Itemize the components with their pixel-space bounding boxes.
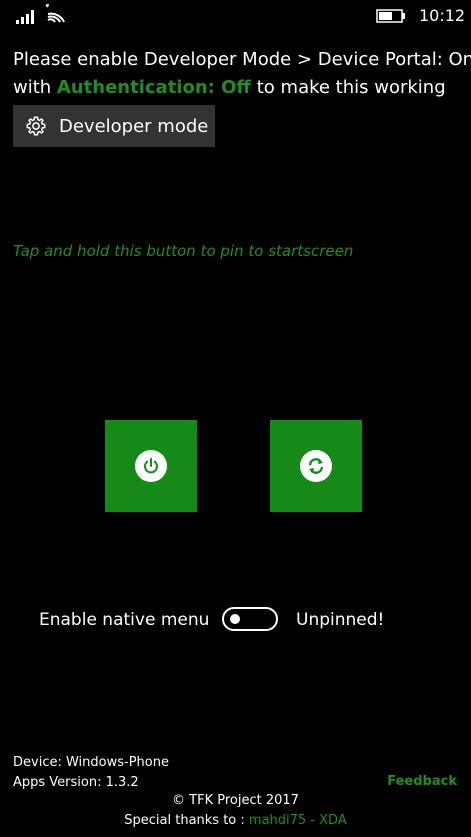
refresh-icon bbox=[308, 458, 324, 474]
instructions-suffix: to make this working bbox=[251, 77, 446, 98]
power-tile-button[interactable] bbox=[105, 420, 197, 512]
instructions-prefix: with bbox=[13, 77, 57, 98]
wifi-icon bbox=[45, 4, 65, 23]
copyright-text: © TFK Project 2017 bbox=[172, 793, 299, 808]
status-bar: 10:12 bbox=[0, 0, 471, 34]
feedback-link[interactable]: Feedback bbox=[387, 773, 457, 791]
native-menu-label: Enable native menu bbox=[39, 610, 210, 630]
toggle-knob bbox=[230, 614, 240, 624]
instructions-text: Please enable Developer Mode > Device Po… bbox=[13, 46, 471, 102]
signal-icon bbox=[16, 10, 34, 24]
special-thanks-prefix: Special thanks to : bbox=[124, 813, 249, 828]
device-name: Device: Windows-Phone bbox=[13, 755, 169, 770]
developer-mode-button[interactable]: Developer mode bbox=[13, 105, 215, 147]
device-info: Device: Windows-Phone Apps Version: 1.3.… bbox=[13, 753, 169, 793]
battery-icon bbox=[376, 9, 405, 23]
app-version: Apps Version: 1.3.2 bbox=[13, 775, 139, 790]
authentication-status: Authentication: Off bbox=[56, 77, 252, 98]
pin-hint-text: Tap and hold this button to pin to start… bbox=[13, 242, 354, 260]
developer-mode-label: Developer mode bbox=[59, 115, 209, 137]
power-icon-circle bbox=[135, 450, 167, 482]
status-clock: 10:12 bbox=[419, 6, 466, 25]
refresh-tile-button[interactable] bbox=[270, 420, 362, 512]
native-menu-toggle[interactable] bbox=[222, 607, 278, 631]
special-thanks: Special thanks to : mahdi75 - XDA bbox=[0, 812, 471, 830]
gear-icon bbox=[26, 116, 46, 136]
special-thanks-credit[interactable]: mahdi75 - XDA bbox=[249, 813, 347, 828]
pin-status-text: Unpinned! bbox=[296, 610, 385, 630]
refresh-icon-circle bbox=[300, 450, 332, 482]
power-icon bbox=[144, 458, 158, 474]
instructions-line-1: Please enable Developer Mode > Device Po… bbox=[13, 49, 471, 70]
instructions-line-2: with Authentication: Off to make this wo… bbox=[13, 74, 463, 102]
